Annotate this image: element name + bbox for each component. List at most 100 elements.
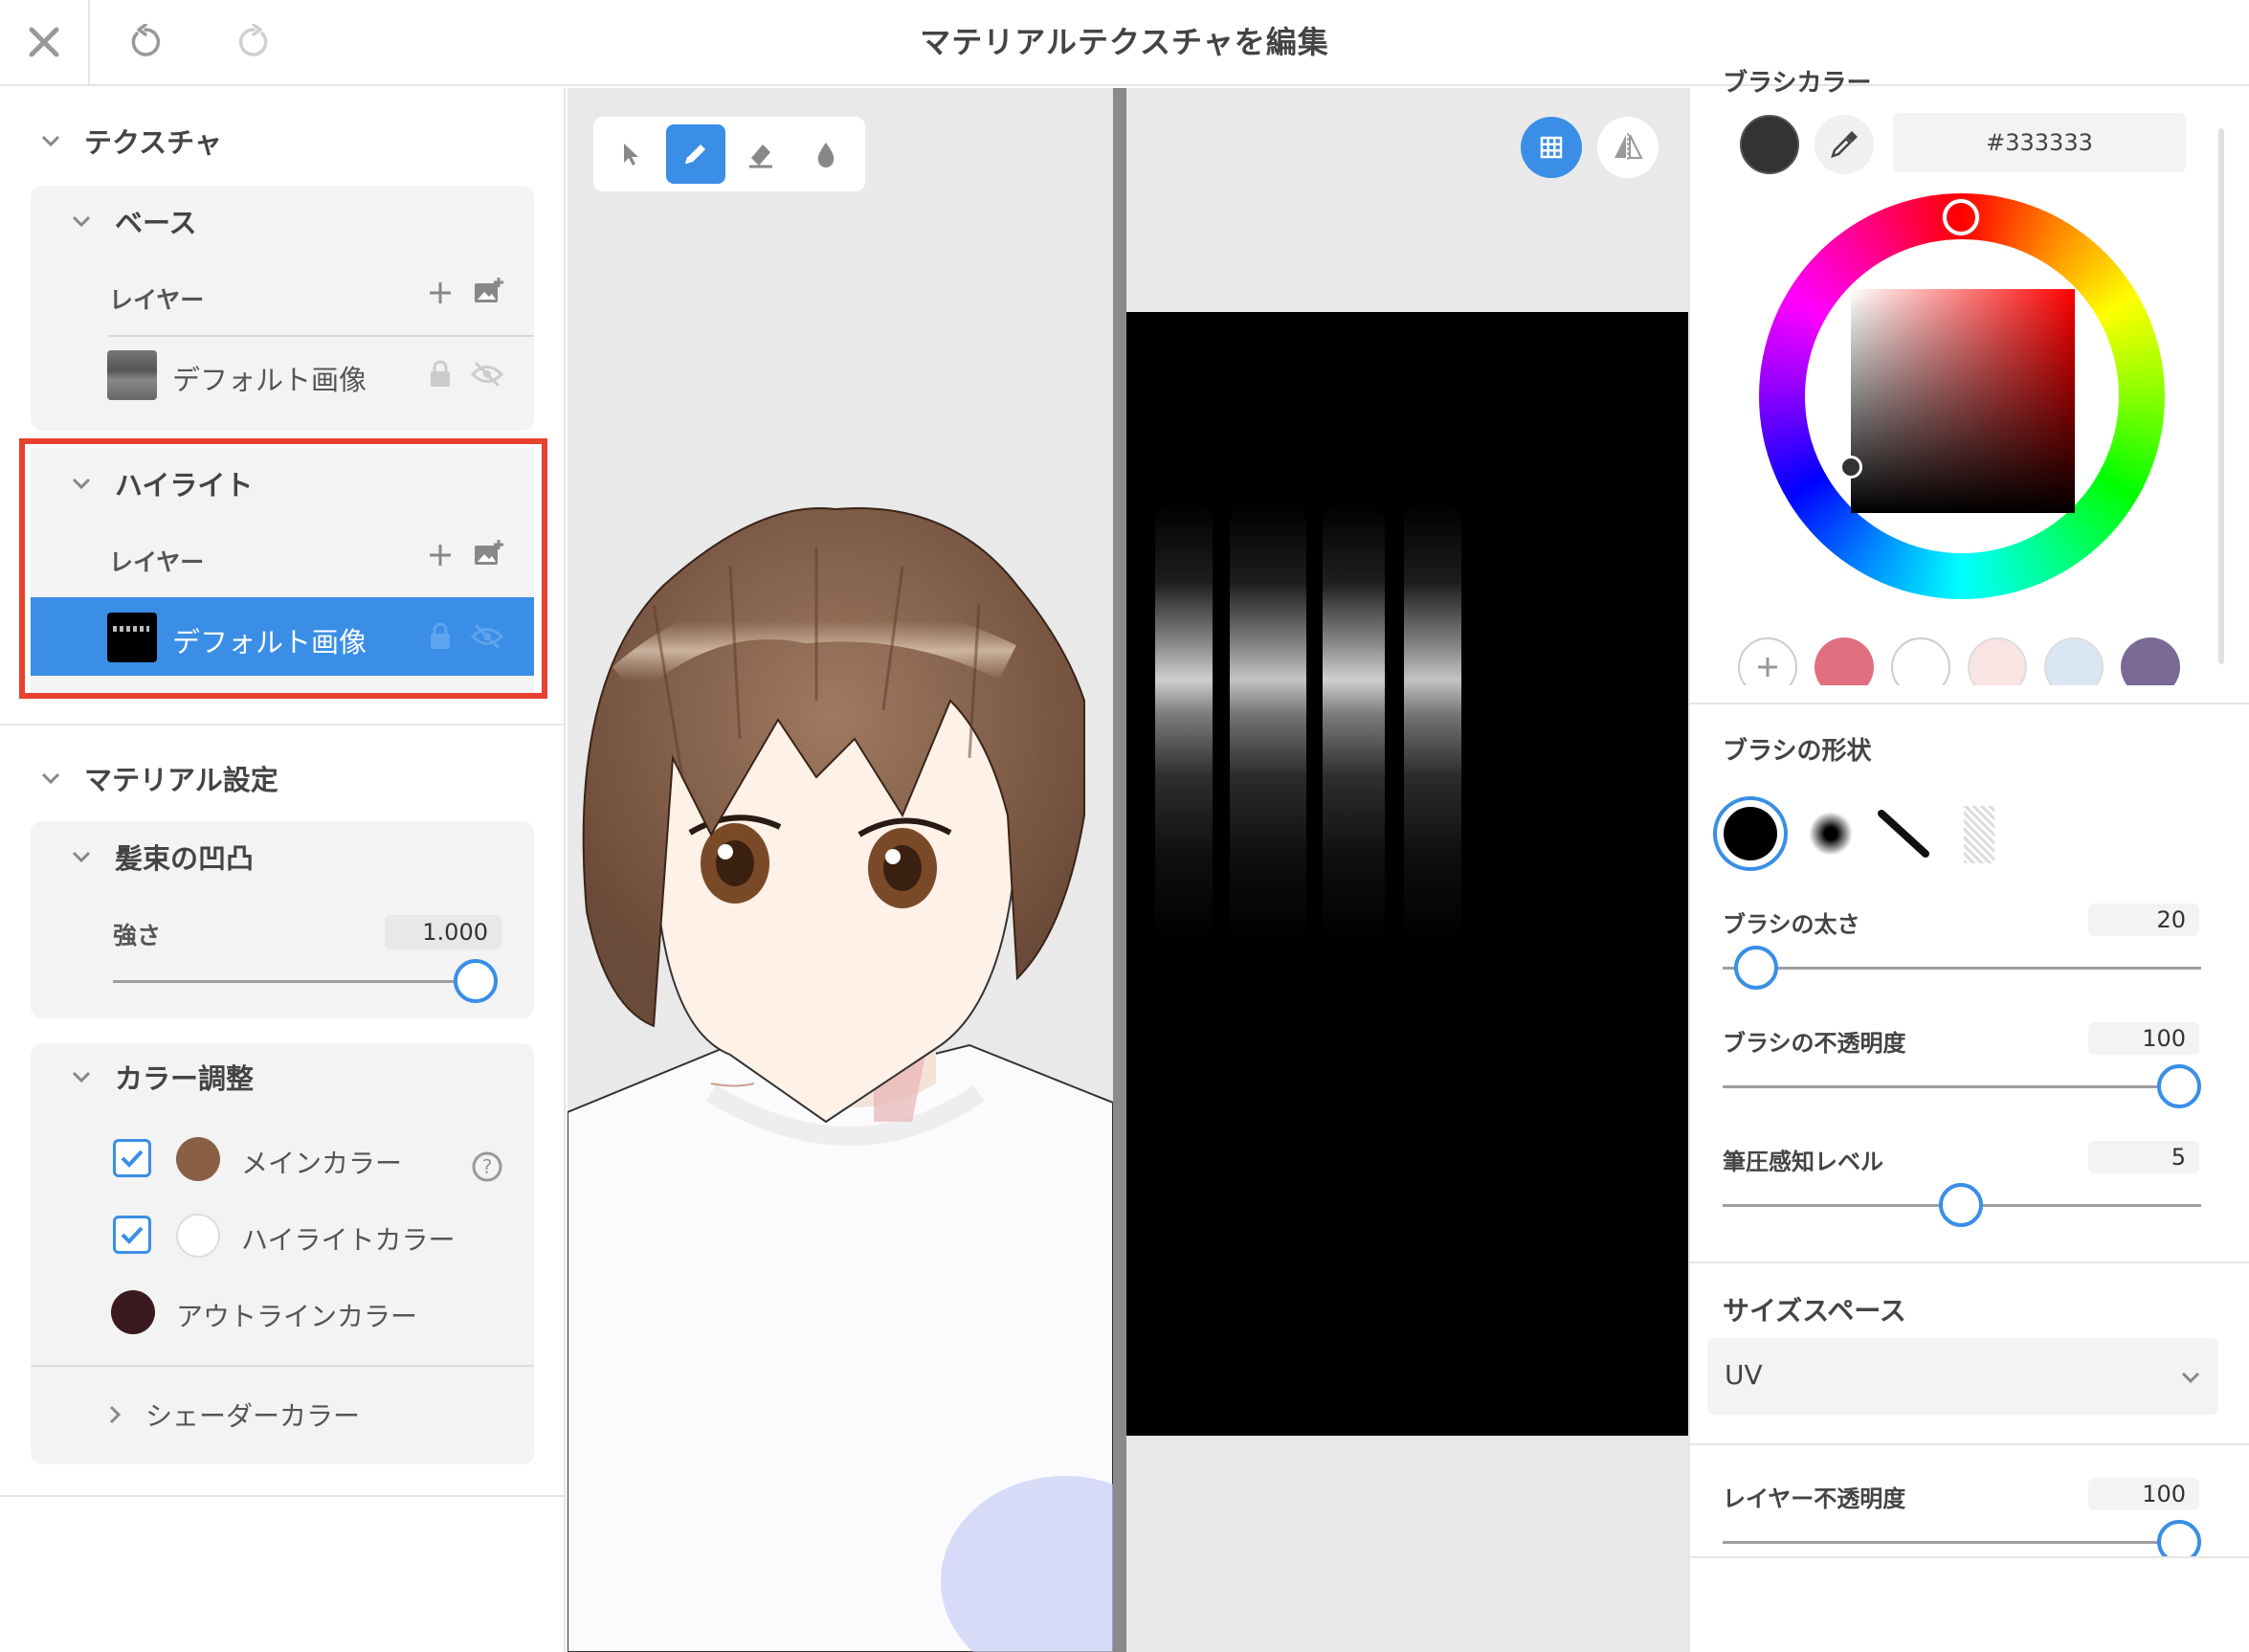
brush-color-label: ブラシカラー — [1723, 69, 1872, 98]
strength-slider-track[interactable] — [113, 980, 498, 983]
layer-opacity-value[interactable]: 100 — [2088, 1478, 2199, 1510]
outline-color-swatch[interactable] — [111, 1290, 155, 1334]
color-adjust-title: カラー調整 — [115, 1062, 255, 1095]
highlight-texture — [1155, 503, 1461, 944]
divider — [0, 1495, 566, 1497]
plus-icon — [1758, 658, 1777, 677]
main-color-checkbox[interactable] — [113, 1139, 151, 1177]
add-image-icon[interactable] — [473, 276, 505, 306]
strength-value[interactable]: 1.000 — [385, 915, 501, 949]
highlight-color-checkbox[interactable] — [113, 1216, 151, 1254]
layer-opacity-label: レイヤー不透明度 — [1723, 1485, 1906, 1512]
brush-shape-soft-round[interactable] — [1809, 812, 1853, 856]
base-layer-name: デフォルト画像 — [172, 364, 367, 396]
strength-slider-knob[interactable] — [454, 959, 498, 1003]
base-header[interactable]: ベース — [69, 201, 197, 241]
divider — [1690, 703, 2249, 704]
drop-icon — [817, 143, 835, 167]
material-section-title: マテリアル設定 — [84, 764, 278, 796]
brush-shape-hard-round[interactable] — [1713, 796, 1788, 871]
brush-size-track[interactable] — [1723, 967, 2201, 970]
hex-color-input[interactable]: #333333 — [1893, 113, 2186, 172]
chevron-down-icon — [2181, 1372, 2200, 1384]
eraser-tool-button[interactable] — [731, 124, 790, 184]
3d-viewport[interactable] — [568, 88, 1113, 1652]
pen-tool-button[interactable] — [666, 124, 725, 184]
palette-clip — [1690, 685, 2249, 714]
base-layer-thumbnail — [107, 350, 157, 400]
brush-shape-line[interactable] — [1878, 810, 1929, 858]
bump-title: 髪束の凹凸 — [115, 842, 255, 875]
size-space-label: サイズスペース — [1723, 1295, 1906, 1327]
highlight-color-label: ハイライトカラー — [241, 1224, 456, 1256]
eye-off-icon[interactable] — [471, 360, 503, 389]
main-color-swatch[interactable] — [176, 1137, 220, 1181]
divider — [1690, 1443, 2249, 1445]
chevron-down-icon — [41, 135, 60, 147]
brush-opacity-track[interactable] — [1723, 1085, 2201, 1088]
avatar-preview — [568, 507, 1113, 1652]
shader-color-row[interactable]: シェーダーカラー — [103, 1395, 360, 1434]
size-space-select[interactable]: UV — [1707, 1338, 2218, 1415]
base-title: ベース — [115, 207, 197, 239]
texture-canvas[interactable] — [1126, 312, 1688, 1436]
brush-shape-label: ブラシの形状 — [1723, 737, 1872, 766]
chevron-down-icon — [41, 772, 60, 785]
scrollbar[interactable] — [2218, 128, 2224, 664]
color-adjust-header[interactable]: カラー調整 — [69, 1057, 254, 1097]
mirror-icon — [1614, 133, 1643, 162]
pressure-knob[interactable] — [1939, 1183, 1983, 1227]
lock-icon[interactable] — [429, 360, 452, 389]
page-title: マテリアルテクスチャを編集 — [920, 24, 1329, 60]
brush-size-value[interactable]: 20 — [2088, 904, 2199, 936]
base-layer-label: レイヤー — [109, 286, 205, 314]
texture-section-header[interactable]: テクスチャ — [38, 121, 222, 161]
grid-toggle-button[interactable] — [1521, 117, 1582, 178]
add-layer-icon[interactable] — [427, 279, 454, 306]
check-icon — [121, 1226, 144, 1244]
brush-opacity-label: ブラシの不透明度 — [1723, 1030, 1906, 1057]
pen-icon — [685, 145, 705, 165]
mirror-toggle-button[interactable] — [1597, 117, 1659, 178]
right-panel: ブラシカラー #333333 ブラシの形状 ブラシの太さ 20 ブラシの不透明度… — [1688, 69, 2249, 1652]
current-color-swatch[interactable] — [1740, 115, 1799, 174]
bump-header[interactable]: 髪束の凹凸 — [69, 837, 254, 877]
uv-texture-panel[interactable] — [1126, 88, 1688, 1652]
strength-label: 強さ — [113, 922, 162, 949]
outline-color-label: アウトラインカラー — [176, 1301, 418, 1332]
drawing-toolbar — [593, 117, 865, 191]
divider — [0, 724, 566, 726]
help-icon[interactable]: ? — [471, 1150, 503, 1183]
cursor-icon — [624, 144, 638, 166]
brush-size-label: ブラシの太さ — [1723, 911, 1860, 938]
chevron-down-icon — [72, 851, 91, 863]
top-bar: マテリアルテクスチャを編集 — [0, 0, 2249, 86]
select-tool-button[interactable] — [601, 124, 660, 184]
pressure-value[interactable]: 5 — [2088, 1141, 2199, 1173]
chevron-down-icon — [72, 215, 91, 228]
brush-shape-texture[interactable] — [1964, 806, 1994, 863]
grid-icon — [1540, 136, 1563, 159]
brush-size-knob[interactable] — [1734, 946, 1778, 990]
brush-opacity-value[interactable]: 100 — [2088, 1022, 2199, 1055]
divider — [31, 1365, 534, 1367]
eyedropper-button[interactable] — [1815, 115, 1874, 174]
check-icon — [121, 1150, 144, 1168]
left-panel: テクスチャ ベース レイヤー デフォルト画像 ハイライト レイヤー デフォルト画… — [0, 88, 566, 1652]
saturation-value-square[interactable] — [1851, 289, 2075, 513]
color-handle[interactable] — [1839, 456, 1862, 479]
brush-opacity-knob[interactable] — [2157, 1064, 2201, 1108]
pressure-label: 筆圧感知レベル — [1723, 1149, 1883, 1175]
chevron-down-icon — [72, 1071, 91, 1083]
material-section-header[interactable]: マテリアル設定 — [38, 758, 278, 798]
eraser-icon — [749, 145, 772, 168]
eyedropper-icon — [1831, 131, 1858, 158]
split-divider[interactable] — [1113, 88, 1126, 1652]
hue-handle[interactable] — [1943, 199, 1979, 235]
fill-tool-button[interactable] — [796, 124, 856, 184]
main-color-label: メインカラー — [241, 1148, 403, 1179]
layer-opacity-track[interactable] — [1723, 1541, 2201, 1544]
panel-footer — [1690, 1556, 2249, 1652]
size-space-value: UV — [1725, 1359, 1763, 1391]
highlight-color-swatch[interactable] — [176, 1214, 220, 1258]
